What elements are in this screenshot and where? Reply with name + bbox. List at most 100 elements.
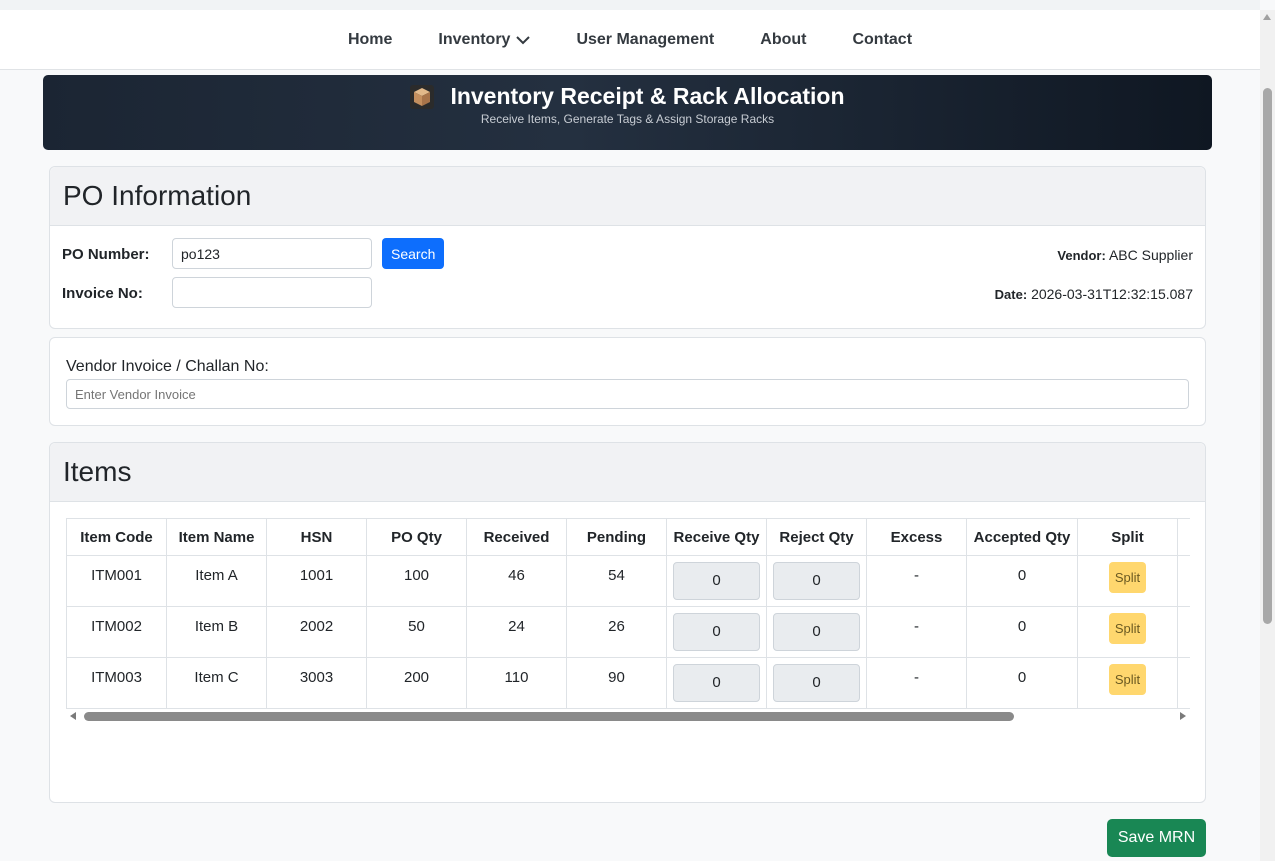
cell-overflow (1177, 606, 1190, 658)
col-item-name: Item Name (166, 518, 267, 556)
date-label: Date: (994, 287, 1028, 302)
col-reject-qty: Reject Qty (766, 518, 867, 556)
cell-receive-qty: 0 (666, 606, 767, 658)
col-overflow (1177, 518, 1190, 556)
cell-overflow (1177, 657, 1190, 709)
split-button[interactable]: Split (1108, 562, 1147, 593)
cell-item-code: ITM002 (66, 606, 167, 658)
col-accepted-qty: Accepted Qty (966, 518, 1078, 556)
invoice-no-input[interactable] (172, 277, 372, 308)
cell-excess: - (866, 555, 967, 607)
top-navbar: Home Inventory User Management About Con… (0, 0, 1260, 70)
receive-qty-input[interactable]: 0 (673, 562, 760, 600)
nav-contact[interactable]: Contact (852, 31, 912, 49)
col-received: Received (466, 518, 567, 556)
cell-overflow (1177, 555, 1190, 607)
banner-subtitle: Receive Items, Generate Tags & Assign St… (480, 112, 775, 126)
cell-item-name: Item A (166, 555, 267, 607)
reject-qty-input[interactable]: 0 (773, 562, 860, 600)
nav-home-label: Home (347, 31, 393, 48)
package-icon (410, 84, 435, 109)
vendor-label: Vendor: (1057, 248, 1106, 263)
cell-item-code: ITM003 (66, 657, 167, 709)
reject-qty-input[interactable]: 0 (773, 664, 860, 702)
cell-po-qty: 100 (366, 555, 467, 607)
nav-user-management[interactable]: User Management (576, 31, 714, 49)
vendor-invoice-input[interactable] (66, 379, 1189, 409)
po-information-card: PO Information PO Number: Search Invoice… (49, 166, 1206, 329)
vendor-invoice-label: Vendor Invoice / Challan No: (66, 358, 269, 375)
nav-about-label: About (760, 31, 807, 48)
nav-home[interactable]: Home (348, 31, 392, 49)
cell-accepted-qty: 0 (966, 606, 1078, 658)
po-number-input[interactable] (172, 238, 372, 269)
col-receive-qty: Receive Qty (666, 518, 767, 556)
col-po-qty: PO Qty (366, 518, 467, 556)
cell-excess: - (866, 657, 967, 709)
cell-excess: - (866, 606, 967, 658)
save-mrn-button[interactable]: Save MRN (1107, 819, 1206, 857)
cell-received: 110 (466, 657, 567, 709)
banner-title-text: Inventory Receipt & Rack Allocation (450, 83, 845, 109)
items-table-container: Item Code Item Name HSN PO Qty Received … (66, 518, 1190, 730)
nav-inventory[interactable]: Inventory (438, 31, 531, 49)
scroll-right-arrow-icon[interactable] (1180, 712, 1186, 720)
cell-split: Split (1077, 606, 1178, 658)
cell-item-name: Item B (166, 606, 267, 658)
cell-split: Split (1077, 657, 1178, 709)
cell-hsn: 3003 (266, 657, 367, 709)
po-information-header: PO Information (50, 167, 1205, 226)
cell-reject-qty: 0 (766, 555, 867, 607)
main-nav: Home Inventory User Management About Con… (0, 10, 1260, 70)
cell-item-name: Item C (166, 657, 267, 709)
nav-inventory-label: Inventory (438, 31, 511, 48)
cell-item-code: ITM001 (66, 555, 167, 607)
receive-qty-input[interactable]: 0 (673, 613, 760, 651)
cell-hsn: 2002 (266, 606, 367, 658)
cell-reject-qty: 0 (766, 606, 867, 658)
invoice-no-label: Invoice No: (62, 285, 143, 302)
nav-about[interactable]: About (760, 31, 806, 49)
horizontal-scrollbar[interactable] (66, 708, 1190, 724)
receive-qty-input[interactable]: 0 (673, 664, 760, 702)
col-excess: Excess (866, 518, 967, 556)
cell-split: Split (1077, 555, 1178, 607)
cell-received: 24 (466, 606, 567, 658)
cell-accepted-qty: 0 (966, 555, 1078, 607)
col-split: Split (1077, 518, 1178, 556)
cell-accepted-qty: 0 (966, 657, 1078, 709)
split-button[interactable]: Split (1108, 664, 1147, 695)
scroll-up-arrow-icon[interactable] (1263, 14, 1271, 20)
table-row: ITM002 Item B 2002 50 24 26 0 0 - 0 Spli… (66, 606, 1190, 658)
cell-pending: 54 (566, 555, 667, 607)
vendor-info: Vendor: ABC Supplier (1057, 247, 1193, 263)
split-button[interactable]: Split (1108, 613, 1147, 644)
cell-pending: 26 (566, 606, 667, 658)
search-button[interactable]: Search (382, 238, 445, 269)
nav-user-management-label: User Management (576, 31, 715, 48)
items-card: Items Item Code Item Name HSN PO Qty Rec… (49, 442, 1206, 803)
reject-qty-input[interactable]: 0 (773, 613, 860, 651)
items-table: Item Code Item Name HSN PO Qty Received … (66, 518, 1190, 709)
cell-po-qty: 50 (366, 606, 467, 658)
vendor-invoice-card: Vendor Invoice / Challan No: (49, 337, 1206, 426)
date-info: Date: 2026-03-31T12:32:15.087 (995, 286, 1193, 302)
vertical-scrollbar[interactable] (1260, 10, 1275, 861)
vertical-scroll-thumb[interactable] (1263, 88, 1272, 624)
table-header-row: Item Code Item Name HSN PO Qty Received … (66, 518, 1190, 556)
cell-po-qty: 200 (366, 657, 467, 709)
vendor-value: ABC Supplier (1108, 247, 1193, 263)
chevron-down-icon (516, 35, 531, 44)
horizontal-scroll-thumb[interactable] (84, 712, 1014, 721)
cell-pending: 90 (566, 657, 667, 709)
cell-hsn: 1001 (266, 555, 367, 607)
col-hsn: HSN (266, 518, 367, 556)
scroll-left-arrow-icon[interactable] (70, 712, 76, 720)
col-item-code: Item Code (66, 518, 167, 556)
cell-receive-qty: 0 (666, 555, 767, 607)
cell-receive-qty: 0 (666, 657, 767, 709)
items-header: Items (50, 443, 1205, 502)
po-number-label: PO Number: (62, 246, 150, 263)
table-row: ITM001 Item A 1001 100 46 54 0 0 - 0 Spl… (66, 555, 1190, 607)
date-value: 2026-03-31T12:32:15.087 (1031, 286, 1193, 302)
